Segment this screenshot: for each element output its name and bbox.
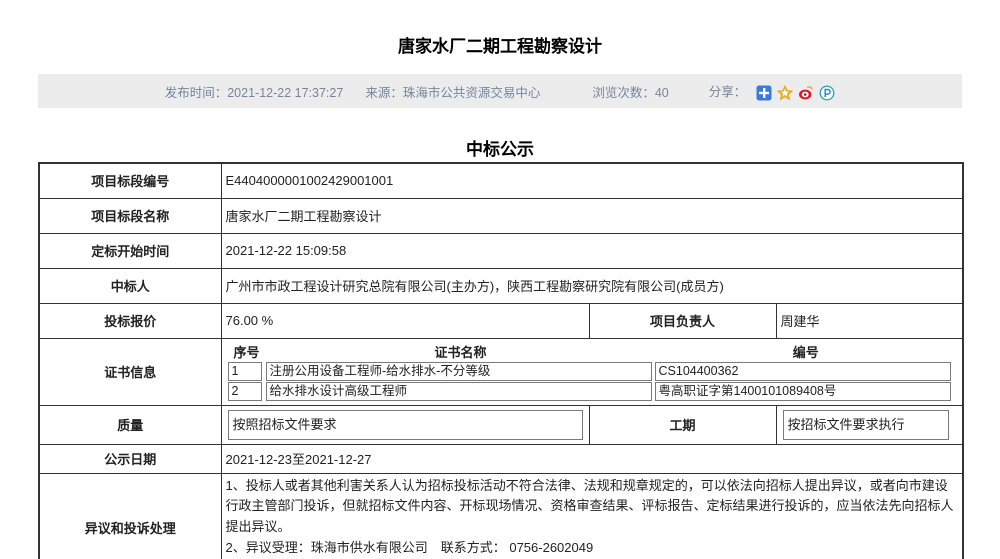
view-count: 浏览次数：40 xyxy=(592,82,668,101)
award-start-time-value: 2021-12-22 15:09:58 xyxy=(221,233,963,268)
view-count-label: 浏览次数： xyxy=(592,86,655,100)
certificates-cell: 序号 证书名称 编号 1 注册公用设备工程师-给水排水-不分等级 CS10440… xyxy=(221,338,963,405)
quality-value: 按照招标文件要求 xyxy=(228,410,583,440)
view-count-value: 40 xyxy=(655,86,669,100)
certificate-row: 1 注册公用设备工程师-给水排水-不分等级 CS104400362 xyxy=(228,362,957,381)
publicity-period-value: 2021-12-23至2021-12-27 xyxy=(221,444,963,473)
publicity-period-label: 公示日期 xyxy=(39,444,221,473)
quality-label: 质量 xyxy=(39,405,221,444)
winner-label: 中标人 xyxy=(39,268,221,303)
table-row: 中标人 广州市市政工程设计研究总院有限公司(主办方)，陕西工程勘察研究院有限公司… xyxy=(39,268,963,303)
duration-cell: 按招标文件要求执行 xyxy=(776,405,963,444)
cert-name-header: 证书名称 xyxy=(266,342,656,361)
cert-number: CS104400362 xyxy=(655,362,952,381)
cert-index: 1 xyxy=(228,362,262,381)
project-leader-value: 周建华 xyxy=(776,303,963,338)
share-label: 分享： xyxy=(709,85,747,99)
table-row-objection: 异议和投诉处理 1、投标人或者其他利害关系人认为招标投标活动不符合法律、法规和规… xyxy=(39,473,963,559)
weibo-icon[interactable] xyxy=(798,85,814,101)
publish-time-value: 2021-12-22 17:37:27 xyxy=(227,86,343,100)
objection-cell: 1、投标人或者其他利害关系人认为招标投标活动不符合法律、法规和规章规定的，可以依… xyxy=(221,473,963,559)
share-add-icon[interactable] xyxy=(756,85,772,101)
cert-name: 注册公用设备工程师-给水排水-不分等级 xyxy=(266,362,652,381)
table-row-certificates: 证书信息 序号 证书名称 编号 1 注册公用设备工程师-给水排水-不分等级 CS… xyxy=(39,338,963,405)
certificate-row: 2 给水排水设计高级工程师 粤高职证字第1400101089408号 xyxy=(228,382,957,401)
table-row: 项目标段编号 E4404000001002429001001 xyxy=(39,163,963,198)
section-number-label: 项目标段编号 xyxy=(39,163,221,198)
publish-time: 发布时间：2021-12-22 17:37:27 xyxy=(165,82,344,101)
table-row: 公示日期 2021-12-23至2021-12-27 xyxy=(39,444,963,473)
cert-index-header: 序号 xyxy=(228,342,266,361)
winner-value: 广州市市政工程设计研究总院有限公司(主办方)，陕西工程勘察研究院有限公司(成员方… xyxy=(221,268,963,303)
cert-number-header: 编号 xyxy=(656,342,957,361)
duration-value: 按招标文件要求执行 xyxy=(783,410,950,440)
share: 分享： xyxy=(709,81,836,101)
objection-line-1: 1、投标人或者其他利害关系人认为招标投标活动不符合法律、法规和规章规定的，可以依… xyxy=(226,476,959,538)
table-row: 质量 按照招标文件要求 工期 按招标文件要求执行 xyxy=(39,405,963,444)
section-name-label: 项目标段名称 xyxy=(39,198,221,233)
source: 来源：珠海市公共资源交易中心 xyxy=(365,82,540,101)
share-icons xyxy=(756,85,835,101)
page-title: 唐家水厂二期工程勘察设计 xyxy=(0,0,1000,57)
cert-name: 给水排水设计高级工程师 xyxy=(266,382,652,401)
section-name-value: 唐家水厂二期工程勘察设计 xyxy=(221,198,963,233)
certificates-label: 证书信息 xyxy=(39,338,221,405)
table-row: 项目标段名称 唐家水厂二期工程勘察设计 xyxy=(39,198,963,233)
duration-label: 工期 xyxy=(589,405,776,444)
share-p-icon[interactable] xyxy=(819,85,835,101)
cert-index: 2 xyxy=(228,382,262,401)
qzone-star-icon[interactable] xyxy=(777,85,793,101)
quality-cell: 按照招标文件要求 xyxy=(221,405,589,444)
bid-price-value: 76.00 % xyxy=(221,303,589,338)
publish-time-label: 发布时间： xyxy=(165,86,228,100)
source-value: 珠海市公共资源交易中心 xyxy=(403,86,541,100)
announcement-heading: 中标公示 xyxy=(0,135,1000,160)
project-leader-label: 项目负责人 xyxy=(589,303,776,338)
cert-number: 粤高职证字第1400101089408号 xyxy=(655,382,952,401)
objection-line-2: 2、异议受理：珠海市供水有限公司 联系方式： 0756-2602049 xyxy=(226,538,959,559)
table-row: 定标开始时间 2021-12-22 15:09:58 xyxy=(39,233,963,268)
section-number-value: E4404000001002429001001 xyxy=(221,163,963,198)
objection-label: 异议和投诉处理 xyxy=(39,473,221,559)
table-row: 投标报价 76.00 % 项目负责人 周建华 xyxy=(39,303,963,338)
meta-bar: 发布时间：2021-12-22 17:37:27 来源：珠海市公共资源交易中心 … xyxy=(38,74,962,108)
award-announcement-table: 项目标段编号 E4404000001002429001001 项目标段名称 唐家… xyxy=(38,162,964,559)
source-label: 来源： xyxy=(365,86,403,100)
award-start-time-label: 定标开始时间 xyxy=(39,233,221,268)
bid-price-label: 投标报价 xyxy=(39,303,221,338)
certificates-header-row: 序号 证书名称 编号 xyxy=(228,342,957,361)
